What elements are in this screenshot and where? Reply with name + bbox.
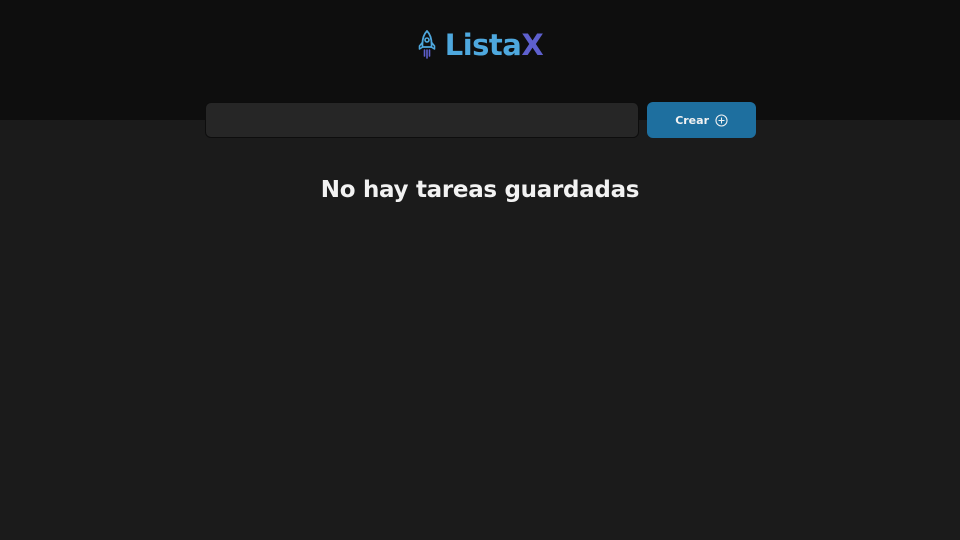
- new-task-input[interactable]: [205, 102, 640, 138]
- logo-text-x: X: [521, 28, 544, 62]
- empty-tasks-message: No hay tareas guardadas: [320, 177, 640, 203]
- logo: ListaX: [0, 28, 960, 62]
- create-button[interactable]: Crear: [647, 102, 756, 138]
- create-button-label: Crear: [675, 113, 709, 127]
- logo-text: ListaX: [444, 28, 544, 62]
- logo-text-lista: Lista: [444, 28, 522, 62]
- new-task-form: Crear: [205, 102, 756, 138]
- rocket-icon: [418, 30, 436, 59]
- plus-circle-icon: [715, 113, 728, 127]
